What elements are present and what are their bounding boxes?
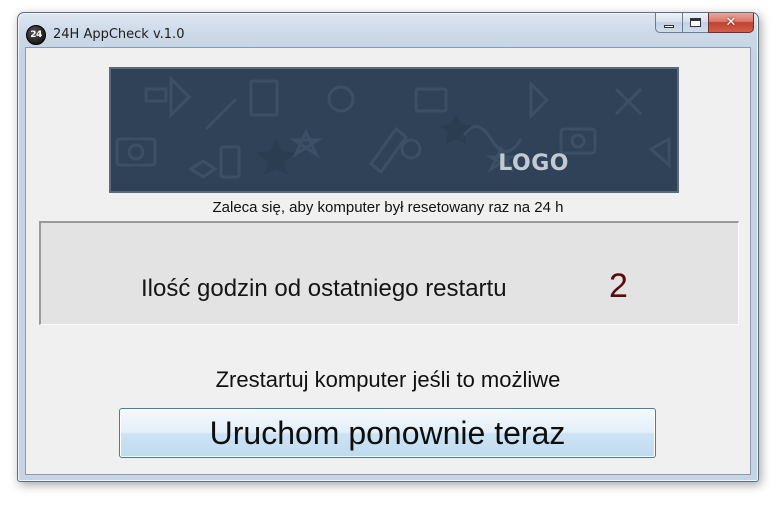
maximize-button[interactable] <box>682 13 708 33</box>
logo-banner: LOGO <box>109 67 679 193</box>
title-bar[interactable]: 24 24H AppCheck v.1.0 ✕ <box>18 13 758 47</box>
app-window: 24 24H AppCheck v.1.0 ✕ LOGO Zaleca się,… <box>17 12 759 482</box>
restart-now-button[interactable]: Uruchom ponownie teraz <box>119 408 656 458</box>
banner-pattern <box>115 75 671 179</box>
maximize-icon <box>690 18 701 27</box>
logo-text: LOGO <box>498 151 569 176</box>
hours-since-restart-value: 2 <box>609 267 628 305</box>
window-title: 24H AppCheck v.1.0 <box>53 27 185 42</box>
close-icon: ✕ <box>725 15 737 30</box>
close-button[interactable]: ✕ <box>708 13 754 33</box>
hours-panel: Ilość godzin od ostatniego restartu 2 <box>39 221 739 325</box>
app-24h-icon: 24 <box>26 25 46 45</box>
restart-hint-text: Zrestartuj komputer jeśli to możliwe <box>215 367 561 392</box>
minimize-icon <box>664 24 674 28</box>
client-area: LOGO Zaleca się, aby komputer był reseto… <box>25 47 751 475</box>
recommendation-text: Zaleca się, aby komputer był resetowany … <box>212 199 564 216</box>
hours-since-restart-label: Ilość godzin od ostatniego restartu <box>141 275 507 302</box>
minimize-button[interactable] <box>655 13 682 33</box>
caption-buttons: ✕ <box>655 13 754 35</box>
